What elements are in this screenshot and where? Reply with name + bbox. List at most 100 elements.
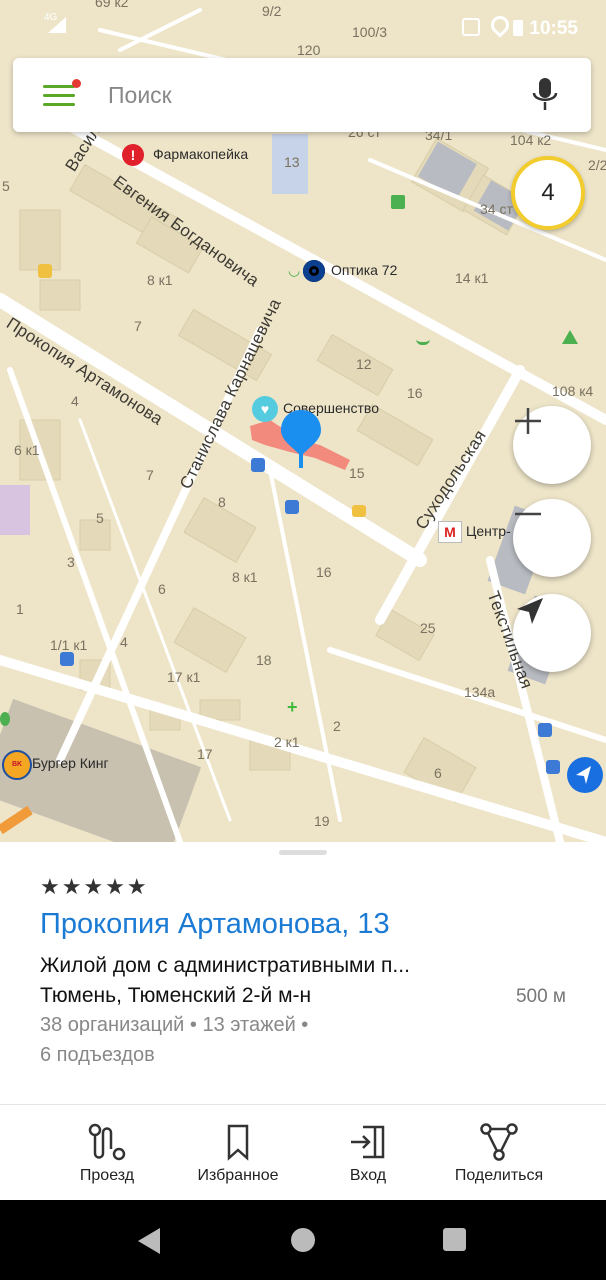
house-number: 8 к1 (147, 272, 173, 288)
place-location: Тюмень, Тюменский 2-й м-н (40, 984, 312, 1007)
house-number: 25 (420, 620, 436, 636)
place-entrances: 6 подъездов (40, 1044, 155, 1066)
bus-stop-icon[interactable] (60, 652, 74, 666)
entrance-label: Вход (349, 1167, 387, 1184)
traffic-score-button[interactable]: 4 (511, 156, 585, 230)
zoom-out-button[interactable] (513, 499, 591, 577)
service-icon (352, 505, 366, 517)
route-button[interactable]: Проезд (32, 1105, 182, 1201)
navigation-arrow-icon (517, 598, 543, 624)
house-number: 1/1 к1 (50, 637, 88, 653)
favorites-label: Избранное (197, 1167, 279, 1184)
building-icon (391, 195, 405, 209)
house-number: 4 (71, 393, 79, 409)
house-number: 134а (464, 684, 496, 700)
house-number: 108 к4 (552, 383, 594, 399)
metro-logo-icon[interactable]: M (438, 521, 462, 543)
house-number: 34 ст (480, 201, 513, 217)
house-number: 16 (407, 385, 423, 401)
house-number: 17 к1 (167, 669, 201, 685)
house-number: 8 к1 (232, 569, 258, 585)
alarm-icon (462, 18, 480, 36)
poi-label[interactable]: Оптика 72 (331, 262, 397, 278)
entrance-icon (351, 1125, 385, 1159)
minus-icon (515, 512, 541, 516)
share-button[interactable]: Поделиться (424, 1105, 574, 1201)
house-number: 6 к1 (14, 442, 40, 458)
house-number: 12 (356, 356, 372, 372)
share-icon (480, 1123, 518, 1161)
rating-stars: ★★★★★ (40, 874, 149, 899)
pharmacy-cross-icon[interactable]: + (287, 697, 298, 718)
status-bar: 4G 10:55 (0, 0, 606, 58)
favorites-button[interactable]: Избранное (163, 1105, 313, 1201)
shop-icon: ◡ (288, 262, 301, 278)
house-number: 5 (96, 510, 104, 526)
house-number: 7 (146, 467, 154, 483)
home-icon[interactable] (291, 1228, 315, 1252)
microphone-icon[interactable] (531, 76, 559, 114)
system-navigation-bar (0, 1200, 606, 1280)
house-number: 2 (333, 718, 341, 734)
place-type: Жилой дом с административными п... (40, 954, 410, 977)
poi-label[interactable]: Бургер Кинг (32, 755, 109, 771)
burger-king-icon[interactable]: BK (2, 750, 32, 780)
plus-icon (515, 408, 541, 434)
bookmark-icon (227, 1124, 249, 1161)
playground-icon (38, 264, 52, 278)
search-input[interactable]: Поиск (108, 82, 172, 109)
route-icon (88, 1123, 126, 1161)
park-icon (0, 712, 10, 726)
location-status-icon (487, 12, 513, 38)
pharmacy-icon[interactable]: ! (122, 144, 144, 166)
zoom-in-button[interactable] (513, 406, 591, 484)
house-number: 14 к1 (455, 270, 489, 286)
drag-handle[interactable] (279, 850, 327, 855)
my-location-button[interactable] (513, 594, 591, 672)
bus-stop-icon[interactable] (251, 458, 265, 472)
signal-icon (48, 17, 66, 33)
route-label: Проезд (79, 1167, 135, 1184)
distance-label: 500 м (515, 986, 566, 1007)
house-number: 15 (349, 465, 365, 481)
dentistry-icon[interactable]: ♥ (252, 396, 278, 422)
share-label: Поделиться (454, 1167, 544, 1184)
house-number: 16 (316, 564, 332, 580)
location-pin-icon[interactable] (281, 410, 321, 470)
poi-label[interactable]: Фармакопейка (153, 146, 248, 162)
place-card[interactable]: ★★★★★ Прокопия Артамонова, 13 Жилой дом … (0, 842, 606, 1104)
shop-icon (416, 332, 430, 345)
house-number: 6 (434, 765, 442, 781)
house-number: 2/2 (588, 157, 606, 173)
battery-icon (513, 20, 523, 36)
house-number: 13 (284, 154, 300, 170)
place-title: Прокопия Артамонова, 13 (40, 908, 390, 940)
notification-dot-icon (72, 79, 81, 88)
house-number: 5 (2, 178, 10, 194)
action-bar: Проезд Избранное Вход Поделиться (0, 1104, 606, 1201)
bus-stop-icon[interactable] (538, 723, 552, 737)
house-number: 104 к2 (510, 132, 552, 148)
house-number: 8 (218, 494, 226, 510)
search-bar[interactable]: Поиск (13, 58, 591, 132)
house-number: 2 к1 (274, 734, 300, 750)
house-number: 1 (16, 601, 24, 617)
house-number: 6 (158, 581, 166, 597)
bus-stop-icon[interactable] (546, 760, 560, 774)
recents-icon[interactable] (443, 1228, 466, 1251)
poi-label[interactable]: Центр- (466, 523, 511, 539)
house-number: 4 (120, 634, 128, 650)
house-number: 19 (314, 813, 330, 829)
menu-icon[interactable] (43, 79, 81, 107)
bus-stop-icon[interactable] (285, 500, 299, 514)
navigator-button[interactable] (567, 757, 603, 793)
entrance-button[interactable]: Вход (293, 1105, 443, 1201)
optics-icon[interactable] (303, 260, 325, 282)
house-number: 18 (256, 652, 272, 668)
map-view[interactable]: Василия Евгения Богдановича Прокопия Арт… (0, 0, 606, 842)
back-icon[interactable] (138, 1228, 160, 1254)
place-details: 38 организаций • 13 этажей • (40, 1014, 309, 1036)
status-time: 10:55 (529, 18, 578, 39)
house-number: 3 (67, 554, 75, 570)
house-number: 17 (197, 746, 213, 762)
